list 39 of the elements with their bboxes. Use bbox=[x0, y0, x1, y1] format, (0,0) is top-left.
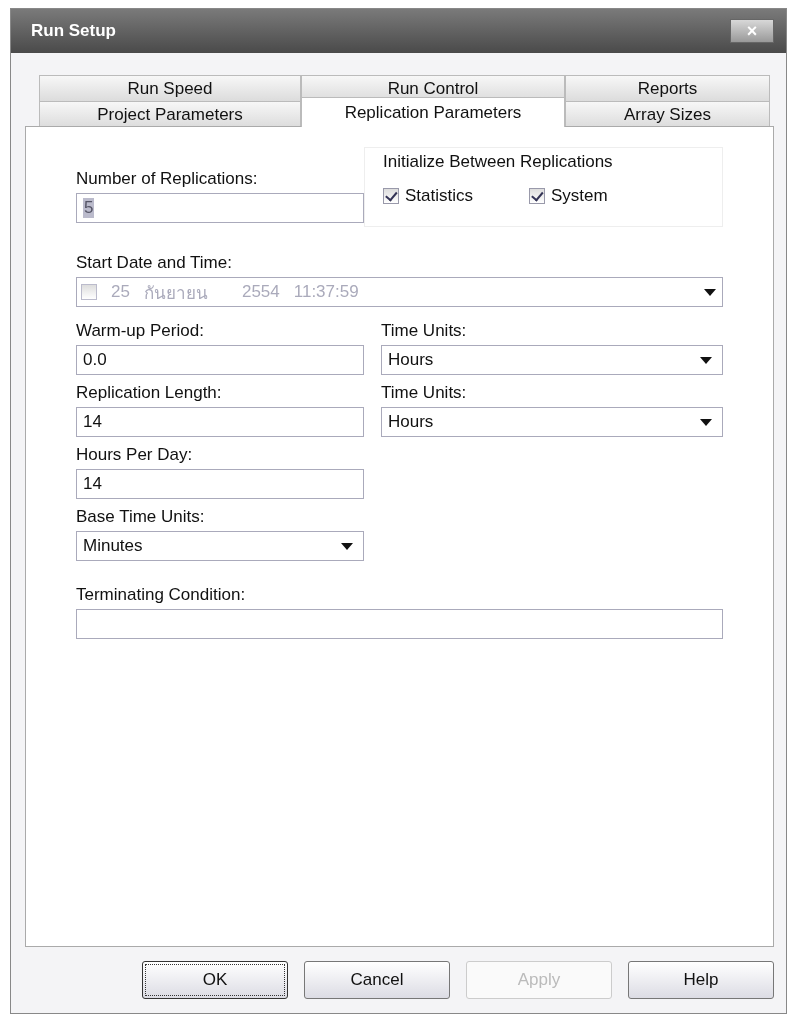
date-year: 2554 bbox=[241, 282, 280, 302]
group-title: Initialize Between Replications bbox=[383, 152, 614, 172]
dropdown-arrow-icon bbox=[341, 542, 353, 550]
checkbox-label: Statistics bbox=[405, 186, 474, 206]
checkbox[interactable] bbox=[383, 188, 399, 204]
field-label: Time Units: bbox=[381, 321, 468, 341]
checkbox[interactable] bbox=[529, 188, 546, 204]
dropdown[interactable]: Minutes bbox=[76, 531, 364, 561]
date-day: 25 bbox=[111, 282, 130, 302]
input-field[interactable]: 14 bbox=[76, 469, 364, 499]
tab[interactable]: Project Parameters bbox=[39, 101, 301, 127]
dropdown-arrow-icon bbox=[700, 356, 712, 364]
checkbox-label: System bbox=[551, 186, 608, 206]
dropdown[interactable]: Hours bbox=[381, 345, 723, 375]
field-label: Warm-up Period: bbox=[76, 321, 205, 341]
tab[interactable]: Replication Parameters bbox=[301, 97, 565, 127]
tab[interactable]: Run Speed bbox=[39, 75, 301, 101]
time-value: 11:37:59 bbox=[293, 282, 359, 302]
field-label: Terminating Condition: bbox=[76, 585, 247, 605]
field-label: Base Time Units: bbox=[76, 507, 206, 527]
input-field[interactable] bbox=[76, 609, 723, 639]
date-month: กันยายน bbox=[143, 282, 208, 305]
dialog-button[interactable]: Help bbox=[628, 961, 774, 999]
field-label: Number of Replications: bbox=[76, 169, 259, 189]
field-label: Time Units: bbox=[381, 383, 468, 403]
field-label: Start Date and Time: bbox=[76, 253, 233, 273]
tab[interactable]: Reports bbox=[565, 75, 770, 101]
dropdown[interactable]: Hours bbox=[381, 407, 723, 437]
dropdown-arrow-icon bbox=[700, 418, 712, 426]
input-field[interactable]: 14 bbox=[76, 407, 364, 437]
input-field[interactable]: 5 bbox=[76, 193, 364, 223]
field-label: Hours Per Day: bbox=[76, 445, 194, 465]
input-field[interactable]: 0.0 bbox=[76, 345, 364, 375]
field-label: Replication Length: bbox=[76, 383, 223, 403]
window-title: Run Setup bbox=[31, 21, 116, 41]
dialog-button[interactable]: OK bbox=[142, 961, 288, 999]
dialog-button[interactable]: Cancel bbox=[304, 961, 450, 999]
dropdown-arrow-icon bbox=[704, 288, 716, 296]
tab[interactable]: Array Sizes bbox=[565, 101, 770, 127]
